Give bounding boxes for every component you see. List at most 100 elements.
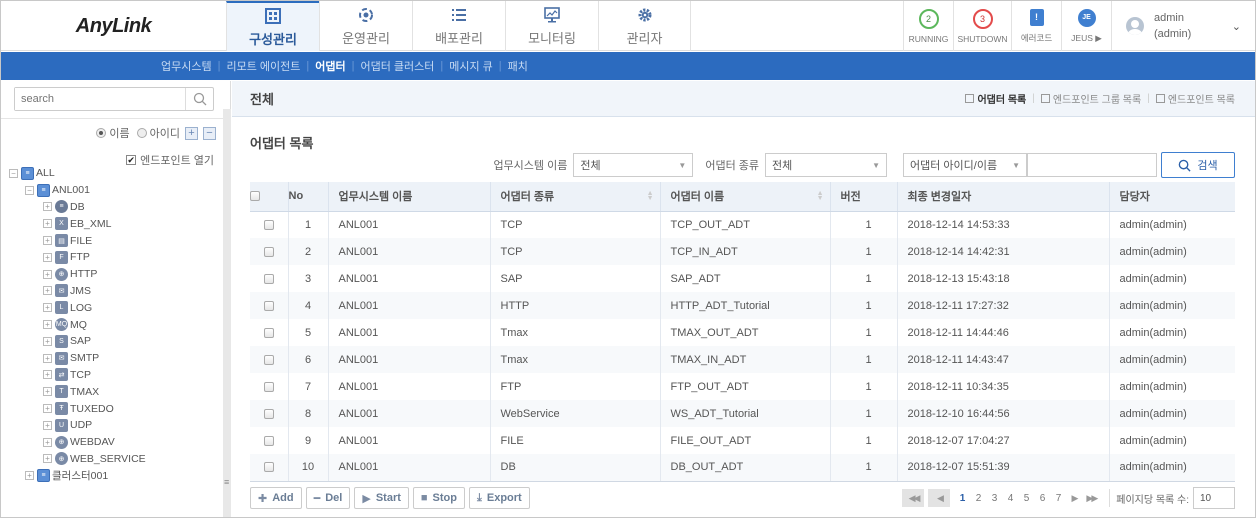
row-checkbox[interactable] — [263, 462, 274, 473]
tree-node-log[interactable]: + L LOG — [9, 299, 146, 316]
expand-icon[interactable]: + — [43, 420, 52, 430]
expand-icon[interactable]: + — [43, 269, 52, 279]
table-row[interactable]: 1 ANL001 TCP TCP_OUT_ADT 1 2018-12-14 14:53:3… — [250, 211, 1235, 238]
export-button[interactable]: ⤓ Export — [469, 487, 530, 509]
subnav-message-queue[interactable]: 메시지 큐 — [449, 58, 493, 74]
app-logo[interactable]: AnyLink — [1, 1, 226, 51]
row-checkbox[interactable] — [263, 300, 274, 311]
prev-page-button[interactable]: ◀ — [928, 489, 951, 507]
tree-node-udp[interactable]: + U UDP — [9, 417, 146, 434]
view-endpoint-group-list[interactable]: 엔드포인트 그룹 목록 — [1040, 91, 1141, 106]
expand-icon[interactable]: + — [43, 353, 52, 363]
expand-icon[interactable]: + — [43, 320, 52, 330]
page-4[interactable]: 4 — [1004, 493, 1016, 504]
table-row[interactable]: 6 ANL001 Tmax TMAX_IN_ADT 1 2018-12-11 14:43:… — [250, 346, 1235, 373]
tree-node-cluster[interactable]: + ≡ 클러스터001 — [9, 467, 146, 484]
subnav-remote-agent[interactable]: 리모트 에이전트 — [226, 58, 300, 74]
header-adapter-name[interactable]: 어댑터 이름 ▲ ▼ — [659, 182, 830, 212]
next-page-button[interactable]: ▶ — [1071, 493, 1078, 504]
type-filter-select[interactable]: 전체 ▼ — [765, 153, 887, 177]
system-filter-select[interactable]: 전체 ▼ — [573, 153, 694, 177]
last-page-button[interactable]: ▶▶ — [1086, 493, 1098, 504]
start-button[interactable]: ▶ Start — [354, 487, 409, 509]
header-adapter-type[interactable]: 어댑터 종류 ▲ ▼ — [489, 182, 660, 212]
stop-button[interactable]: ■ Stop — [412, 487, 465, 509]
panel-resize-handle[interactable]: ≡ — [223, 109, 231, 517]
row-checkbox[interactable] — [263, 354, 274, 365]
tree-node-system[interactable]: − ≡ ANL001 — [9, 182, 146, 199]
expand-icon[interactable]: + — [43, 454, 52, 464]
tree-node-all[interactable]: − ≡ ALL — [9, 165, 146, 182]
tree-node-eb-xml[interactable]: + X EB_XML — [9, 215, 146, 232]
subnav-patch[interactable]: 패치 — [508, 58, 528, 74]
radio-id[interactable] — [136, 128, 147, 138]
expand-icon[interactable]: + — [43, 303, 52, 313]
error-code-button[interactable]: ! 에러코드 — [1011, 1, 1061, 51]
running-status[interactable]: 2 RUNNING — [903, 1, 953, 51]
tree-node-mq[interactable]: + MQ MQ — [9, 316, 146, 333]
select-all-checkbox[interactable] — [250, 191, 260, 202]
row-checkbox[interactable] — [263, 381, 274, 392]
first-page-button[interactable]: ◀◀ — [902, 489, 925, 507]
row-checkbox[interactable] — [263, 408, 274, 419]
tree-node-http[interactable]: + ⊕ HTTP — [9, 266, 146, 283]
sort-icon[interactable]: ▲ ▼ — [817, 190, 824, 202]
search-field-select[interactable]: 어댑터 아이디/이름 ▼ — [903, 153, 1027, 177]
collapse-icon[interactable]: − — [9, 168, 18, 178]
tree-node-tuxedo[interactable]: + Ŧ TUXEDO — [9, 400, 146, 417]
page-1[interactable]: 1 — [956, 493, 968, 504]
page-2[interactable]: 2 — [972, 493, 984, 504]
delete-button[interactable]: ━ Del — [305, 487, 351, 509]
expand-icon[interactable]: + — [43, 202, 52, 212]
expand-icon[interactable]: + — [43, 387, 52, 397]
row-checkbox[interactable] — [263, 219, 274, 230]
endpoint-open-checkbox[interactable]: ✔ — [126, 155, 137, 165]
tab-operation[interactable]: 운영관리 — [319, 1, 412, 51]
per-page-input[interactable] — [1193, 487, 1235, 509]
subnav-adapter-cluster[interactable]: 어댑터 클러스터 — [360, 58, 434, 74]
view-adapter-list[interactable]: 어댑터 목록 — [965, 91, 1026, 106]
tab-monitoring[interactable]: 모니터링 — [505, 1, 598, 51]
table-row[interactable]: 5 ANL001 Tmax TMAX_OUT_ADT 1 2018-12-11 14:44… — [250, 319, 1235, 346]
row-checkbox[interactable] — [263, 273, 274, 284]
row-checkbox[interactable] — [263, 327, 274, 338]
tree-node-web-service[interactable]: + ⊕ WEB_SERVICE — [9, 451, 146, 468]
row-checkbox[interactable] — [263, 435, 274, 446]
expand-icon[interactable]: + — [43, 336, 52, 346]
table-row[interactable]: 10 ANL001 DB DB_OUT_ADT 1 2018-12-07 15:51:39… — [250, 454, 1235, 482]
tree-node-tcp[interactable]: + ⇄ TCP — [9, 367, 146, 384]
tree-node-jms[interactable]: + ✉ JMS — [9, 283, 146, 300]
table-row[interactable]: 7 ANL001 FTP FTP_OUT_ADT 1 2018-12-11 10:34:3… — [250, 373, 1235, 400]
expand-icon[interactable]: + — [43, 219, 52, 229]
collapse-icon[interactable]: − — [25, 185, 34, 195]
tree-node-file[interactable]: + ▤ FILE — [9, 232, 146, 249]
tab-admin[interactable]: 관리자 — [598, 1, 691, 51]
table-row[interactable]: 8 ANL001 WebService WS_ADT_Tutorial 1 2018-12… — [250, 400, 1235, 427]
expand-icon[interactable]: + — [43, 437, 52, 447]
tree-node-db[interactable]: + ≡ DB — [9, 199, 146, 216]
page-5[interactable]: 5 — [1020, 493, 1032, 504]
tab-deployment[interactable]: 배포관리 — [412, 1, 505, 51]
sort-icon[interactable]: ▲ ▼ — [647, 190, 654, 202]
subnav-business-system[interactable]: 업무시스템 — [161, 58, 212, 74]
page-3[interactable]: 3 — [988, 493, 1000, 504]
table-row[interactable]: 9 ANL001 FILE FILE_OUT_ADT 1 2018-12-07 17:04… — [250, 427, 1235, 454]
expand-icon[interactable]: + — [25, 471, 34, 481]
user-menu[interactable]: admin (admin) ⌄ — [1111, 1, 1255, 51]
expand-icon[interactable]: + — [43, 404, 52, 414]
table-row[interactable]: 4 ANL001 HTTP HTTP_ADT_Tutorial 1 2018-12-11 … — [250, 292, 1235, 319]
tree-node-tmax[interactable]: + T TMAX — [9, 383, 146, 400]
page-7[interactable]: 7 — [1052, 493, 1064, 504]
search-text-input[interactable] — [1027, 153, 1157, 177]
tab-configuration[interactable]: 구성관리 — [226, 1, 319, 51]
subnav-adapter[interactable]: 어댑터 — [315, 58, 345, 74]
search-button[interactable]: 검색 — [1161, 152, 1235, 178]
table-row[interactable]: 3 ANL001 SAP SAP_ADT 1 2018-12-13 15:43:18 adm… — [250, 265, 1235, 292]
add-button[interactable]: ✚ Add — [250, 487, 302, 509]
expand-icon[interactable]: + — [43, 236, 52, 246]
expand-icon[interactable]: + — [43, 286, 52, 296]
expand-all-button[interactable]: + — [185, 126, 198, 140]
tree-node-smtp[interactable]: + ✉ SMTP — [9, 350, 146, 367]
header-system-name[interactable]: 업무시스템 이름 — [327, 182, 490, 212]
shutdown-status[interactable]: 3 SHUTDOWN — [953, 1, 1011, 51]
